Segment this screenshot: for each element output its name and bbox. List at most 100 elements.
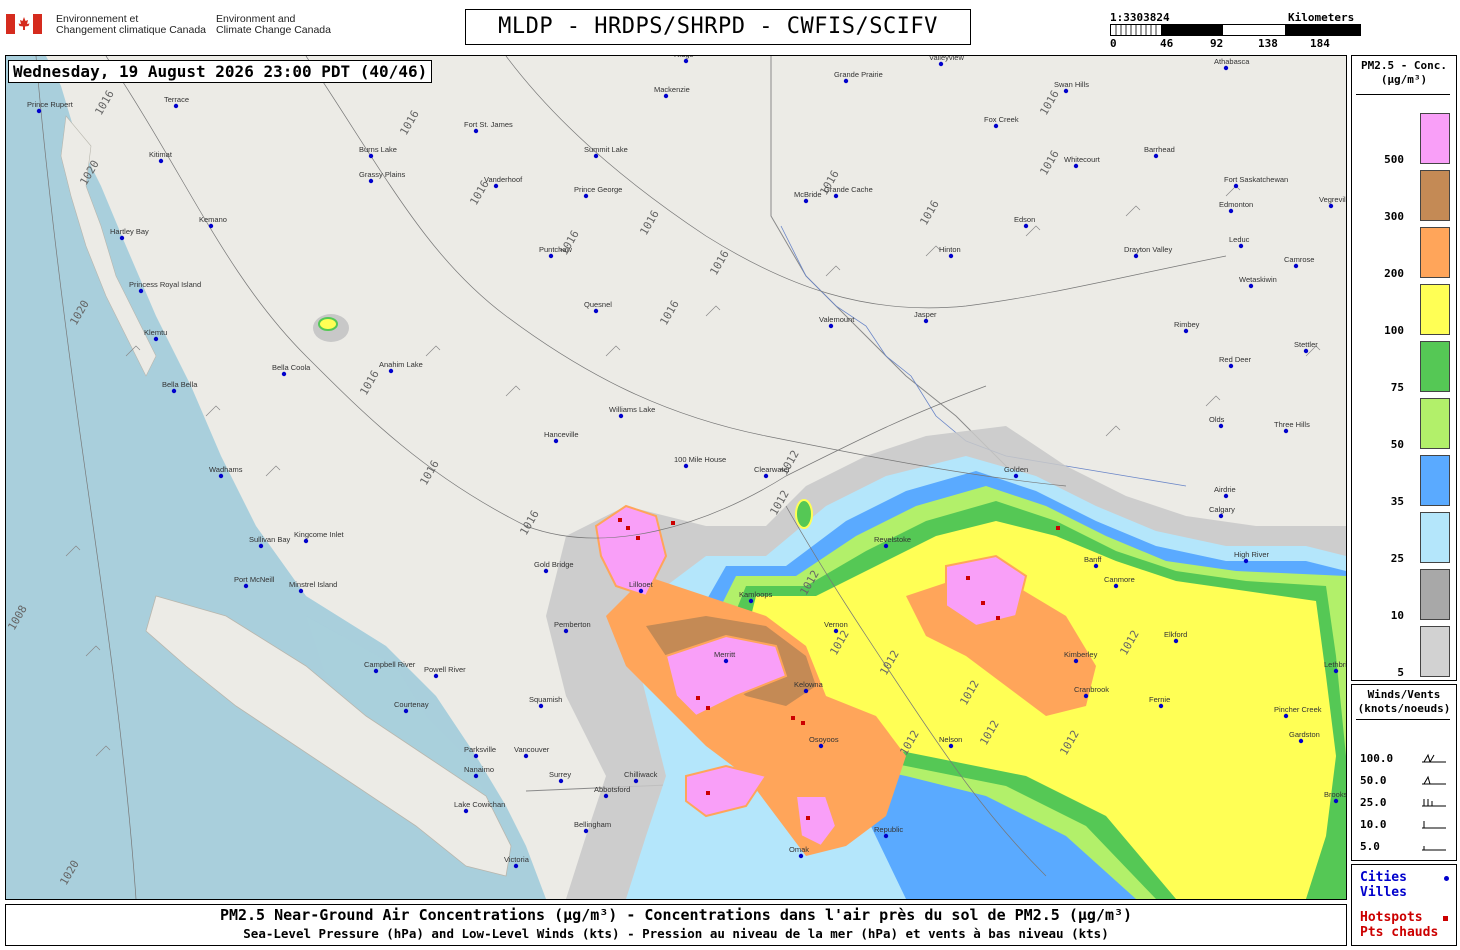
page-title: MLDP - HRDPS/SHRPD - CWFIS/SCIFV [465, 9, 971, 45]
city-label: Prince Rupert [27, 100, 74, 109]
isobar-label: 1016 [357, 368, 382, 397]
pm25-swatch-300 [1420, 170, 1450, 221]
city-dot [1333, 668, 1339, 674]
city-label: Powell River [424, 665, 466, 674]
city-dot [1063, 88, 1069, 94]
city-dot [1073, 658, 1079, 664]
wind-legend-title: Winds/Vents (knots/noeuds) [1352, 688, 1456, 716]
city-dot [1328, 203, 1334, 209]
city-dot [538, 703, 544, 709]
city-label: Bella Bella [162, 380, 198, 389]
isobar-label: 1016 [707, 248, 732, 277]
cities-legend-fr: Villes [1360, 885, 1407, 900]
city-label: Bella Coola [272, 363, 311, 372]
city-label: Camrose [1284, 255, 1314, 264]
agency-name-fr: Environnement et Changement climatique C… [56, 14, 216, 36]
city-label: Cranbrook [1074, 685, 1109, 694]
city-label: Omak [789, 845, 809, 854]
city-label: Red Deer [1219, 355, 1252, 364]
city-label: Airdrie [1214, 485, 1236, 494]
city-label: Kitimat [149, 150, 173, 159]
city-label: Banff [1084, 555, 1102, 564]
city-dot [388, 368, 394, 374]
city-dot [36, 108, 42, 114]
city-dot [173, 103, 179, 109]
city-label: High River [1234, 550, 1270, 559]
city-dot [298, 588, 304, 594]
city-dot [1298, 738, 1304, 744]
city-label: Hanceville [544, 430, 579, 439]
city-dot [1243, 558, 1249, 564]
city-dot [1223, 493, 1229, 499]
wind-legend-label: 5.0 [1360, 840, 1380, 853]
city-dot [803, 688, 809, 694]
city-dot [663, 93, 669, 99]
city-label: Grassy Plains [359, 170, 406, 179]
city-dot [1228, 208, 1234, 214]
city-dot [618, 413, 624, 419]
city-label: Grande Prairie [834, 70, 883, 79]
pm25-swatch-25 [1420, 512, 1450, 563]
city-dot [1153, 153, 1159, 159]
city-dot [281, 371, 287, 377]
city-label: Nelson [939, 735, 962, 744]
map-panel[interactable]: 1016 1016 1016 1016 1016 1016 1016 1016 1016 1016… [5, 55, 1347, 900]
city-dot [1133, 253, 1139, 259]
city-label: Grande Cache [824, 185, 873, 194]
city-label: Wadhams [209, 465, 243, 474]
city-label: Williams Lake [609, 405, 655, 414]
city-dot [243, 583, 249, 589]
cities-legend-en: Cities [1360, 870, 1407, 885]
map-canvas[interactable]: 1016 1016 1016 1016 1016 1016 1016 1016 1016 1016… [6, 56, 1346, 899]
city-dot [473, 753, 479, 759]
city-dot [683, 463, 689, 469]
pm25-plume-clearwater [795, 499, 813, 529]
city-dot [473, 128, 479, 134]
map-caption: PM2.5 Near-Ground Air Concentrations (µg… [5, 904, 1347, 946]
city-label: Burns Lake [359, 145, 397, 154]
city-label: Terrace [164, 95, 189, 104]
city-dot [553, 438, 559, 444]
city-dot [513, 863, 519, 869]
city-dot [603, 793, 609, 799]
city-dot [923, 318, 929, 324]
city-label: Sullivan Bay [249, 535, 291, 544]
city-dot [593, 153, 599, 159]
scale-ratio: 1:3303824 [1110, 11, 1170, 24]
pm25-swatch-label: 500 [1384, 153, 1404, 166]
pm25-swatch-5 [1420, 626, 1450, 677]
city-dot [818, 743, 824, 749]
pm25-swatch-label: 75 [1390, 381, 1404, 394]
city-dot [368, 153, 374, 159]
city-label: Kemano [199, 215, 227, 224]
city-dot [1248, 283, 1254, 289]
city-label: Canmore [1104, 575, 1135, 584]
city-label: Swan Hills [1054, 80, 1089, 89]
wind-legend-label: 50.0 [1360, 774, 1387, 787]
city-dot [803, 198, 809, 204]
city-dot [119, 235, 125, 241]
city-dot [1113, 583, 1119, 589]
isobar-label: 1016 [1037, 148, 1062, 177]
city-label: Vancouver [514, 745, 550, 754]
city-dot [523, 753, 529, 759]
city-label: Kamloops [739, 590, 773, 599]
city-label: Brooks [1324, 790, 1346, 799]
city-dot [303, 538, 309, 544]
agency-fr-line2: Changement climatique Canada [56, 24, 207, 36]
pm25-legend: PM2.5 - Conc. (µg/m³) 500 300 200 100 75 50 35… [1351, 55, 1457, 681]
city-label: Edmonton [1219, 200, 1253, 209]
pm25-swatch-label: 100 [1384, 324, 1404, 337]
wind-legend: Winds/Vents (knots/noeuds) 100.0 50.0 25.0… [1351, 684, 1457, 861]
city-label: Revelstoke [874, 535, 911, 544]
agency-en-line2: Climate Change Canada [216, 24, 331, 36]
agency-name-en: Environment and Climate Change Canada [216, 14, 376, 36]
city-dot [1083, 693, 1089, 699]
city-label: Fox Creek [984, 115, 1019, 124]
hotspots-legend-en: Hotspots [1360, 910, 1423, 925]
city-dot [1218, 513, 1224, 519]
city-dot [548, 253, 554, 259]
city-label: Valleyview [929, 56, 964, 62]
pm25-swatch-100 [1420, 284, 1450, 335]
city-dot [171, 388, 177, 394]
